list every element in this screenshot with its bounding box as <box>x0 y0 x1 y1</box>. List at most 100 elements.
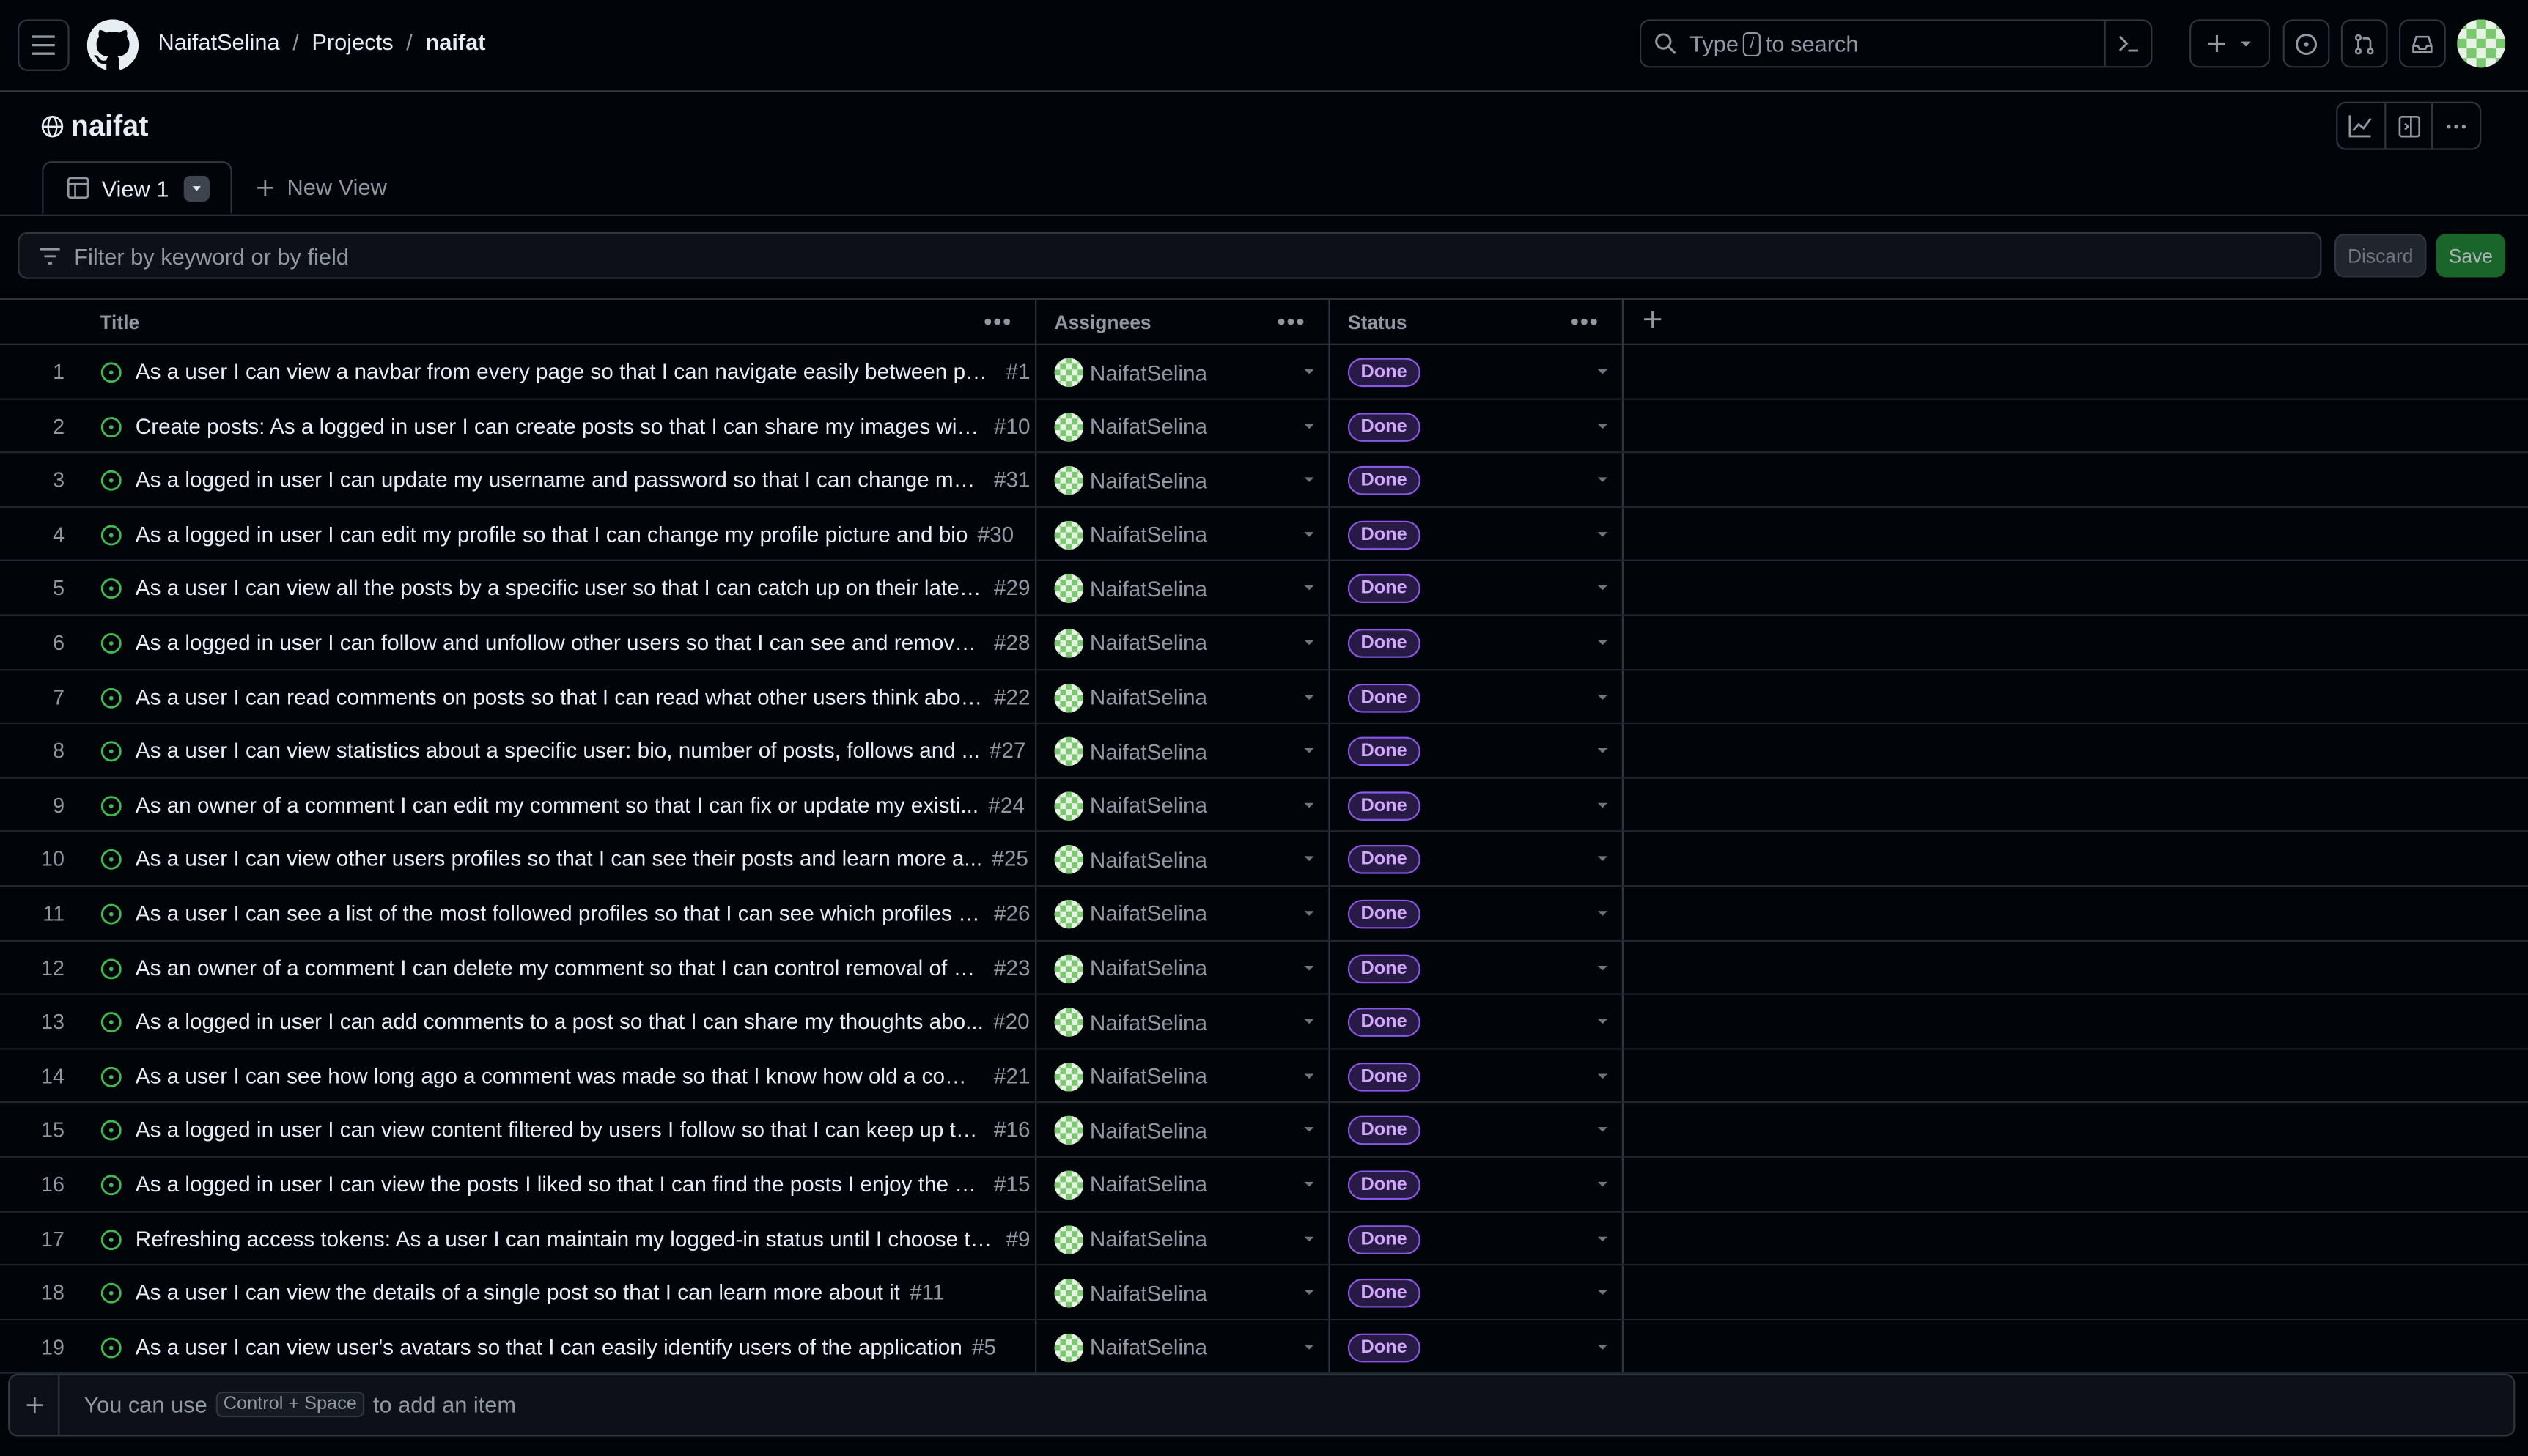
status-badge[interactable]: Done <box>1347 899 1420 929</box>
issue-title[interactable]: As a logged in user I can update my user… <box>136 468 984 492</box>
status-dropdown-icon[interactable] <box>1597 531 1608 537</box>
issue-title-cell[interactable]: As a logged in user I can add comments t… <box>136 1010 1031 1034</box>
pull-requests-button[interactable] <box>2340 19 2388 68</box>
assignee-dropdown-icon[interactable] <box>1304 965 1314 970</box>
column-assignees[interactable]: Assignees ••• <box>1036 300 1330 345</box>
issue-title-cell[interactable]: As a logged in user I can view the posts… <box>136 1172 1031 1196</box>
project-menu-button[interactable] <box>2433 103 2480 149</box>
status-dropdown-icon[interactable] <box>1597 1290 1608 1296</box>
issue-title-cell[interactable]: As an owner of a comment I can edit my c… <box>136 793 1031 817</box>
status-dropdown-icon[interactable] <box>1597 965 1608 970</box>
issue-title[interactable]: As a user I can view a navbar from every… <box>136 360 997 384</box>
status-badge[interactable]: Done <box>1347 1224 1420 1254</box>
status-badge[interactable]: Done <box>1347 683 1420 712</box>
assignee-dropdown-icon[interactable] <box>1304 748 1314 753</box>
assignee-dropdown-icon[interactable] <box>1304 1290 1314 1296</box>
assignee-cell[interactable]: NaifatSelina <box>1054 358 1207 388</box>
breadcrumb-current[interactable]: naifat <box>425 29 485 55</box>
assignee-cell[interactable]: NaifatSelina <box>1054 1062 1207 1092</box>
tab-options-button[interactable] <box>183 175 210 202</box>
table-row[interactable]: 10 As a user I can view other users profi… <box>0 832 2528 887</box>
status-badge[interactable]: Done <box>1347 1116 1420 1145</box>
save-button[interactable]: Save <box>2436 234 2506 278</box>
status-dropdown-icon[interactable] <box>1597 640 1608 646</box>
table-row[interactable]: 5 As a user I can view all the posts by a… <box>0 561 2528 616</box>
issue-title[interactable]: As a logged in user I can edit my profil… <box>136 522 968 546</box>
status-dropdown-icon[interactable] <box>1597 1019 1608 1024</box>
status-badge[interactable]: Done <box>1347 1279 1420 1308</box>
assignee-cell[interactable]: NaifatSelina <box>1054 1008 1207 1038</box>
inbox-button[interactable] <box>2399 19 2446 68</box>
command-palette-button[interactable] <box>2104 21 2151 67</box>
issue-title[interactable]: As a user I can see a list of the most f… <box>136 901 984 925</box>
issue-title-cell[interactable]: Create posts: As a logged in user I can … <box>136 414 1031 438</box>
insights-button[interactable] <box>2337 103 2386 149</box>
status-dropdown-icon[interactable] <box>1597 1073 1608 1079</box>
issue-title[interactable]: Refreshing access tokens: As a user I ca… <box>136 1226 997 1250</box>
assignee-cell[interactable]: NaifatSelina <box>1054 1333 1207 1362</box>
assignee-cell[interactable]: NaifatSelina <box>1054 953 1207 983</box>
assignee-cell[interactable]: NaifatSelina <box>1054 629 1207 658</box>
column-title[interactable]: Title ••• <box>0 300 1037 345</box>
issue-title-cell[interactable]: As a user I can view other users profile… <box>136 847 1031 871</box>
user-avatar[interactable] <box>2457 19 2506 68</box>
issue-title-cell[interactable]: As a user I can view a navbar from every… <box>136 360 1031 384</box>
issue-title-cell[interactable]: Refreshing access tokens: As a user I ca… <box>136 1226 1031 1250</box>
issue-title[interactable]: As a logged in user I can follow and unf… <box>136 630 984 654</box>
assignee-dropdown-icon[interactable] <box>1304 694 1314 700</box>
assignee-cell[interactable]: NaifatSelina <box>1054 466 1207 495</box>
table-row[interactable]: 12 As an owner of a comment I can delete … <box>0 941 2528 995</box>
assignee-dropdown-icon[interactable] <box>1304 857 1314 862</box>
status-dropdown-icon[interactable] <box>1597 1127 1608 1133</box>
status-badge[interactable]: Done <box>1347 1333 1420 1362</box>
issues-button[interactable] <box>2282 19 2330 68</box>
side-panel-button[interactable] <box>2386 103 2433 149</box>
assignee-cell[interactable]: NaifatSelina <box>1054 1170 1207 1200</box>
status-badge[interactable]: Done <box>1347 791 1420 821</box>
assignee-cell[interactable]: NaifatSelina <box>1054 412 1207 442</box>
column-menu-icon[interactable]: ••• <box>984 308 1012 333</box>
assignee-cell[interactable]: NaifatSelina <box>1054 574 1207 604</box>
issue-title[interactable]: As an owner of a comment I can delete my… <box>136 956 984 980</box>
assignee-dropdown-icon[interactable] <box>1304 1127 1314 1133</box>
assignee-cell[interactable]: NaifatSelina <box>1054 899 1207 929</box>
assignee-dropdown-icon[interactable] <box>1304 531 1314 537</box>
table-row[interactable]: 1 As a user I can view a navbar from ever… <box>0 344 2528 399</box>
assignee-dropdown-icon[interactable] <box>1304 1073 1314 1079</box>
assignee-cell[interactable]: NaifatSelina <box>1054 683 1207 712</box>
status-badge[interactable]: Done <box>1347 520 1420 550</box>
breadcrumb-projects[interactable]: Projects <box>312 29 393 55</box>
assignee-cell[interactable]: NaifatSelina <box>1054 845 1207 875</box>
status-badge[interactable]: Done <box>1347 1062 1420 1092</box>
issue-title[interactable]: As a logged in user I can view content f… <box>136 1118 984 1142</box>
assignee-dropdown-icon[interactable] <box>1304 1235 1314 1241</box>
status-badge[interactable]: Done <box>1347 953 1420 983</box>
assignee-cell[interactable]: NaifatSelina <box>1054 791 1207 821</box>
status-dropdown-icon[interactable] <box>1597 802 1608 808</box>
issue-title[interactable]: As an owner of a comment I can edit my c… <box>136 793 979 817</box>
table-row[interactable]: 8 As a user I can view statistics about a… <box>0 724 2528 779</box>
issue-title-cell[interactable]: As a logged in user I can view content f… <box>136 1118 1031 1142</box>
assignee-dropdown-icon[interactable] <box>1304 369 1314 374</box>
table-row[interactable]: 2 Create posts: As a logged in user I can… <box>0 399 2528 454</box>
menu-button[interactable] <box>18 19 70 71</box>
issue-title-cell[interactable]: As a logged in user I can update my user… <box>136 468 1031 492</box>
issue-title[interactable]: As a user I can see how long ago a comme… <box>136 1064 984 1088</box>
add-item-button[interactable] <box>10 1375 60 1435</box>
search-input[interactable]: Type / to search <box>1639 19 2153 68</box>
issue-title-cell[interactable]: As a user I can view all the posts by a … <box>136 576 1031 600</box>
column-status[interactable]: Status ••• <box>1330 300 1624 345</box>
status-badge[interactable]: Done <box>1347 629 1420 658</box>
table-row[interactable]: 7 As a user I can read comments on posts … <box>0 670 2528 725</box>
status-dropdown-icon[interactable] <box>1597 1181 1608 1187</box>
status-dropdown-icon[interactable] <box>1597 1235 1608 1241</box>
table-row[interactable]: 13 As a logged in user I can add comments… <box>0 994 2528 1049</box>
issue-title[interactable]: As a user I can view all the posts by a … <box>136 576 984 600</box>
create-new-button[interactable] <box>2189 19 2271 68</box>
issue-title-cell[interactable]: As a logged in user I can follow and unf… <box>136 630 1031 654</box>
issue-title-cell[interactable]: As a user I can view the details of a si… <box>136 1280 1031 1304</box>
status-badge[interactable]: Done <box>1347 574 1420 604</box>
status-dropdown-icon[interactable] <box>1597 694 1608 700</box>
assignee-dropdown-icon[interactable] <box>1304 423 1314 429</box>
new-view-button[interactable]: New View <box>255 174 387 200</box>
